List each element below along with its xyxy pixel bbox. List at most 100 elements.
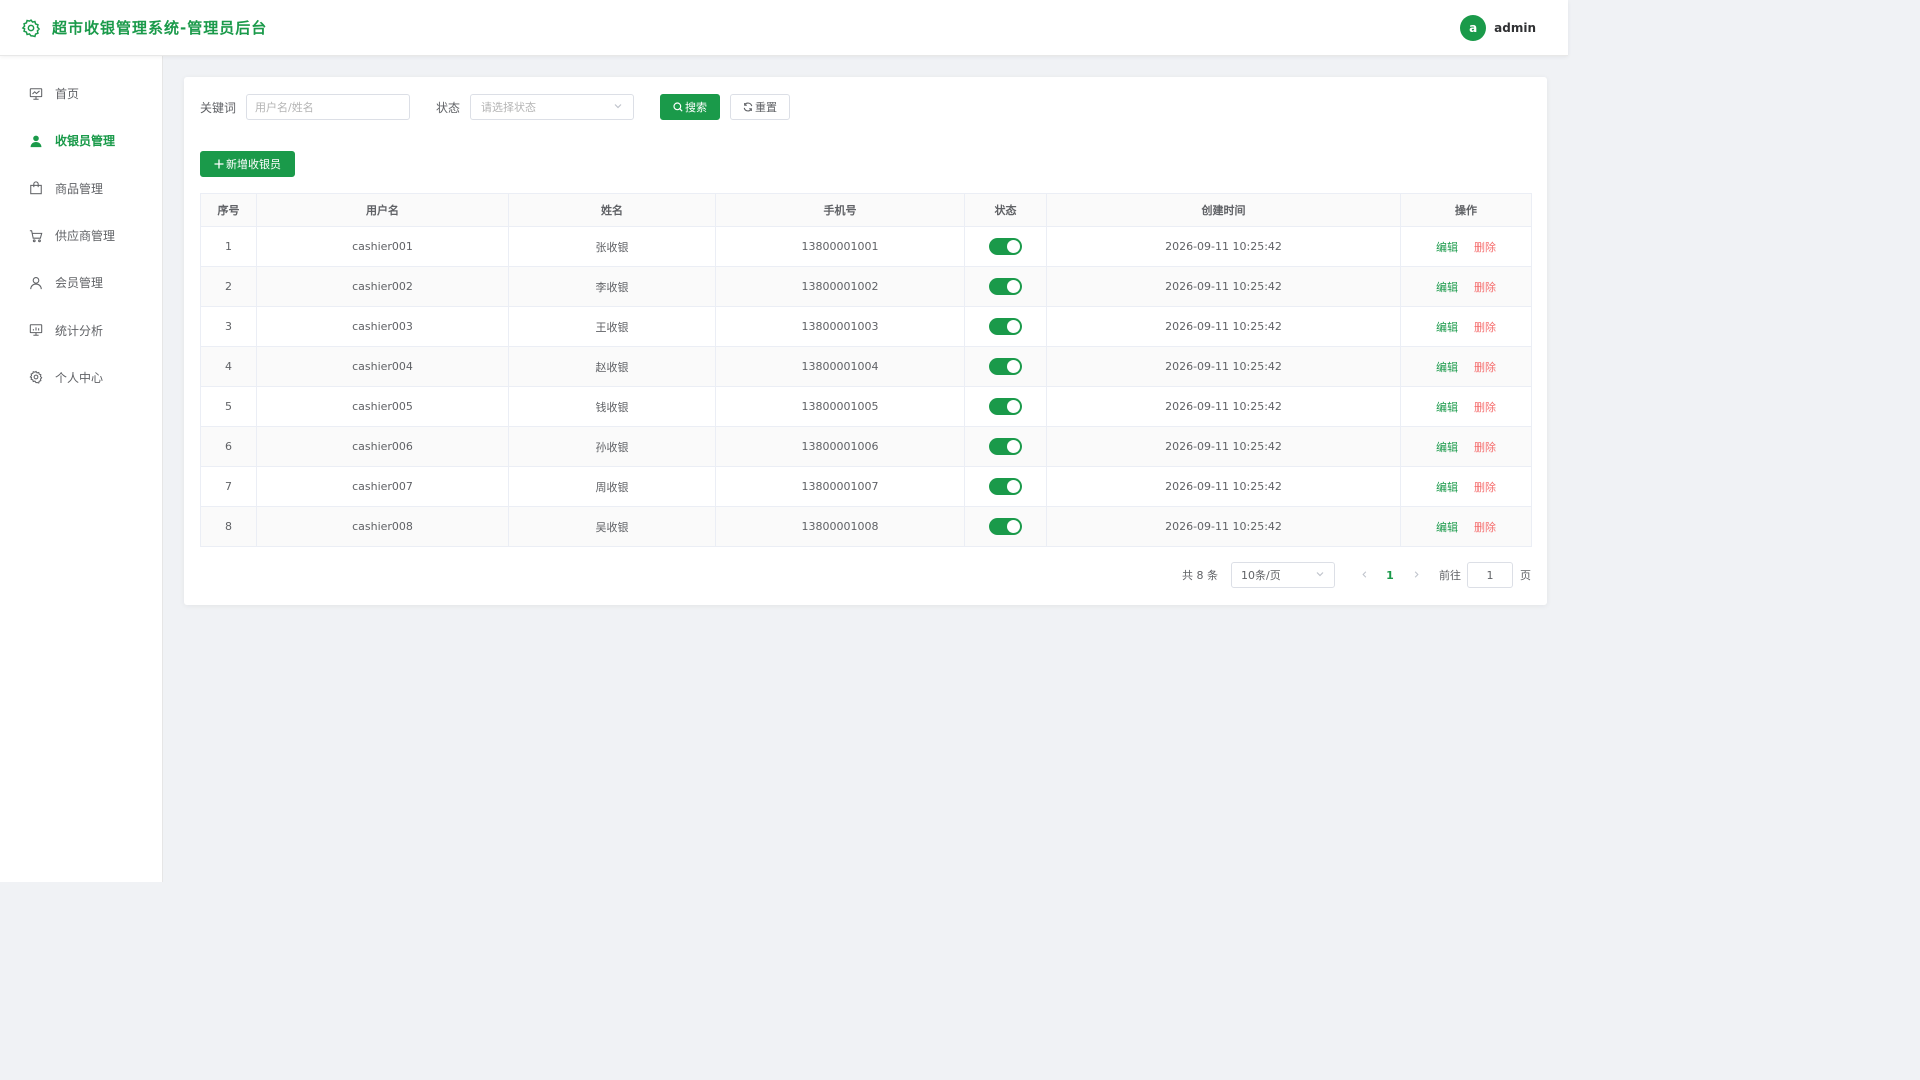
cell-username: cashier007 bbox=[256, 466, 509, 507]
cell-username: cashier004 bbox=[256, 346, 509, 387]
column-header-status: 状态 bbox=[964, 193, 1047, 227]
status-toggle[interactable] bbox=[989, 518, 1022, 535]
app-title: 超市收银管理系统-管理员后台 bbox=[52, 19, 268, 37]
delete-button[interactable]: 删除 bbox=[1474, 441, 1496, 454]
delete-button[interactable]: 删除 bbox=[1474, 521, 1496, 534]
edit-button[interactable]: 编辑 bbox=[1436, 521, 1458, 534]
sidebar-item-cashiers[interactable]: 收银员管理 bbox=[0, 117, 162, 164]
status-toggle[interactable] bbox=[989, 398, 1022, 415]
search-icon bbox=[673, 102, 683, 112]
sidebar-item-home[interactable]: 首页 bbox=[0, 70, 162, 117]
gear-icon bbox=[28, 369, 44, 385]
edit-button[interactable]: 编辑 bbox=[1436, 441, 1458, 454]
chevron-left-icon bbox=[1361, 570, 1366, 578]
column-header-actions: 操作 bbox=[1400, 193, 1532, 227]
cell-index: 7 bbox=[200, 466, 257, 507]
sidebar-item-statistics[interactable]: 统计分析 bbox=[0, 306, 162, 353]
sidebar-item-profile[interactable]: 个人中心 bbox=[0, 354, 162, 401]
edit-button[interactable]: 编辑 bbox=[1436, 401, 1458, 414]
sidebar-item-label: 商品管理 bbox=[55, 181, 104, 196]
page-size-select[interactable]: 10条/页 bbox=[1231, 562, 1335, 588]
next-page-button[interactable] bbox=[1403, 569, 1429, 582]
sidebar-item-products[interactable]: 商品管理 bbox=[0, 165, 162, 212]
delete-button[interactable]: 删除 bbox=[1474, 401, 1496, 414]
cell-status bbox=[964, 306, 1047, 347]
goto-label: 前往 bbox=[1439, 569, 1461, 582]
delete-button[interactable]: 删除 bbox=[1474, 241, 1496, 254]
cell-name: 孙收银 bbox=[508, 426, 716, 467]
filter-bar: 关键词 状态 请选择状态 搜索 重置 bbox=[200, 94, 791, 120]
cell-created: 2026-09-11 10:25:42 bbox=[1046, 266, 1401, 307]
prev-page-button[interactable] bbox=[1351, 569, 1377, 582]
cell-username: cashier001 bbox=[256, 226, 509, 267]
delete-button[interactable]: 删除 bbox=[1474, 321, 1496, 334]
cell-username: cashier005 bbox=[256, 386, 509, 427]
search-button[interactable]: 搜索 bbox=[660, 94, 721, 120]
cell-index: 2 bbox=[200, 266, 257, 307]
cell-status bbox=[964, 506, 1047, 547]
status-toggle[interactable] bbox=[989, 438, 1022, 455]
avatar[interactable]: a bbox=[1460, 15, 1487, 41]
chart-board-icon bbox=[28, 322, 44, 338]
sidebar-item-suppliers[interactable]: 供应商管理 bbox=[0, 212, 162, 259]
edit-button[interactable]: 编辑 bbox=[1436, 481, 1458, 494]
edit-button[interactable]: 编辑 bbox=[1436, 361, 1458, 374]
status-toggle[interactable] bbox=[989, 478, 1022, 495]
cell-phone: 13800001001 bbox=[715, 226, 965, 267]
cell-index: 8 bbox=[200, 506, 257, 547]
keyword-input[interactable] bbox=[246, 94, 411, 120]
cell-created: 2026-09-11 10:25:42 bbox=[1046, 426, 1401, 467]
cell-phone: 13800001006 bbox=[715, 426, 965, 467]
table-header-row: 序号 用户名 姓名 手机号 状态 创建时间 操作 bbox=[200, 193, 1532, 227]
table-row: 2 cashier002 李收银 13800001002 2026-09-11 10:2… bbox=[200, 266, 1532, 307]
cell-index: 3 bbox=[200, 306, 257, 347]
column-header-phone: 手机号 bbox=[715, 193, 965, 227]
dashboard-icon bbox=[28, 86, 44, 102]
edit-button[interactable]: 编辑 bbox=[1436, 241, 1458, 254]
sidebar: 首页 收银员管理 商品管理 供应商管理 会员管理 统计分析 个人中心 bbox=[0, 56, 163, 882]
cell-phone: 13800001004 bbox=[715, 346, 965, 387]
cell-phone: 13800001002 bbox=[715, 266, 965, 307]
status-toggle[interactable] bbox=[989, 358, 1022, 375]
column-header-index: 序号 bbox=[200, 193, 257, 227]
status-toggle[interactable] bbox=[989, 238, 1022, 255]
status-toggle[interactable] bbox=[989, 318, 1022, 335]
user-menu[interactable]: a admin bbox=[1460, 15, 1536, 41]
cell-phone: 13800001003 bbox=[715, 306, 965, 347]
pagination-total: 共 8 条 bbox=[1182, 569, 1218, 582]
chevron-down-icon bbox=[613, 101, 623, 114]
cell-created: 2026-09-11 10:25:42 bbox=[1046, 386, 1401, 427]
cell-name: 赵收银 bbox=[508, 346, 716, 387]
gear-icon bbox=[20, 17, 42, 39]
delete-button[interactable]: 删除 bbox=[1474, 361, 1496, 374]
cell-name: 周收银 bbox=[508, 466, 716, 507]
pagination: 共 8 条 10条/页 1 前往 页 bbox=[1182, 562, 1531, 588]
cell-phone: 13800001007 bbox=[715, 466, 965, 507]
cell-username: cashier003 bbox=[256, 306, 509, 347]
chevron-down-icon bbox=[1315, 569, 1325, 582]
cell-created: 2026-09-11 10:25:42 bbox=[1046, 466, 1401, 507]
cell-created: 2026-09-11 10:25:42 bbox=[1046, 506, 1401, 547]
shopping-bag-icon bbox=[28, 180, 44, 196]
sidebar-item-label: 首页 bbox=[55, 87, 80, 102]
status-toggle[interactable] bbox=[989, 278, 1022, 295]
cell-actions: 编辑 删除 bbox=[1400, 346, 1532, 387]
edit-button[interactable]: 编辑 bbox=[1436, 321, 1458, 334]
add-cashier-button[interactable]: 新增收银员 bbox=[200, 151, 295, 177]
edit-button[interactable]: 编辑 bbox=[1436, 281, 1458, 294]
table-row: 6 cashier006 孙收银 13800001006 2026-09-11 10:2… bbox=[200, 426, 1532, 467]
delete-button[interactable]: 删除 bbox=[1474, 481, 1496, 494]
cell-index: 1 bbox=[200, 226, 257, 267]
status-select[interactable]: 请选择状态 bbox=[470, 94, 635, 120]
sidebar-item-members[interactable]: 会员管理 bbox=[0, 259, 162, 306]
cell-created: 2026-09-11 10:25:42 bbox=[1046, 306, 1401, 347]
refresh-icon bbox=[743, 102, 753, 112]
page-number-current[interactable]: 1 bbox=[1377, 569, 1403, 582]
cell-username: cashier006 bbox=[256, 426, 509, 467]
goto-page-input[interactable] bbox=[1467, 562, 1513, 588]
reset-button[interactable]: 重置 bbox=[730, 94, 791, 120]
table-row: 8 cashier008 吴收银 13800001008 2026-09-11 10:2… bbox=[200, 506, 1532, 547]
chevron-right-icon bbox=[1414, 570, 1419, 578]
delete-button[interactable]: 删除 bbox=[1474, 281, 1496, 294]
username[interactable]: admin bbox=[1494, 21, 1536, 35]
